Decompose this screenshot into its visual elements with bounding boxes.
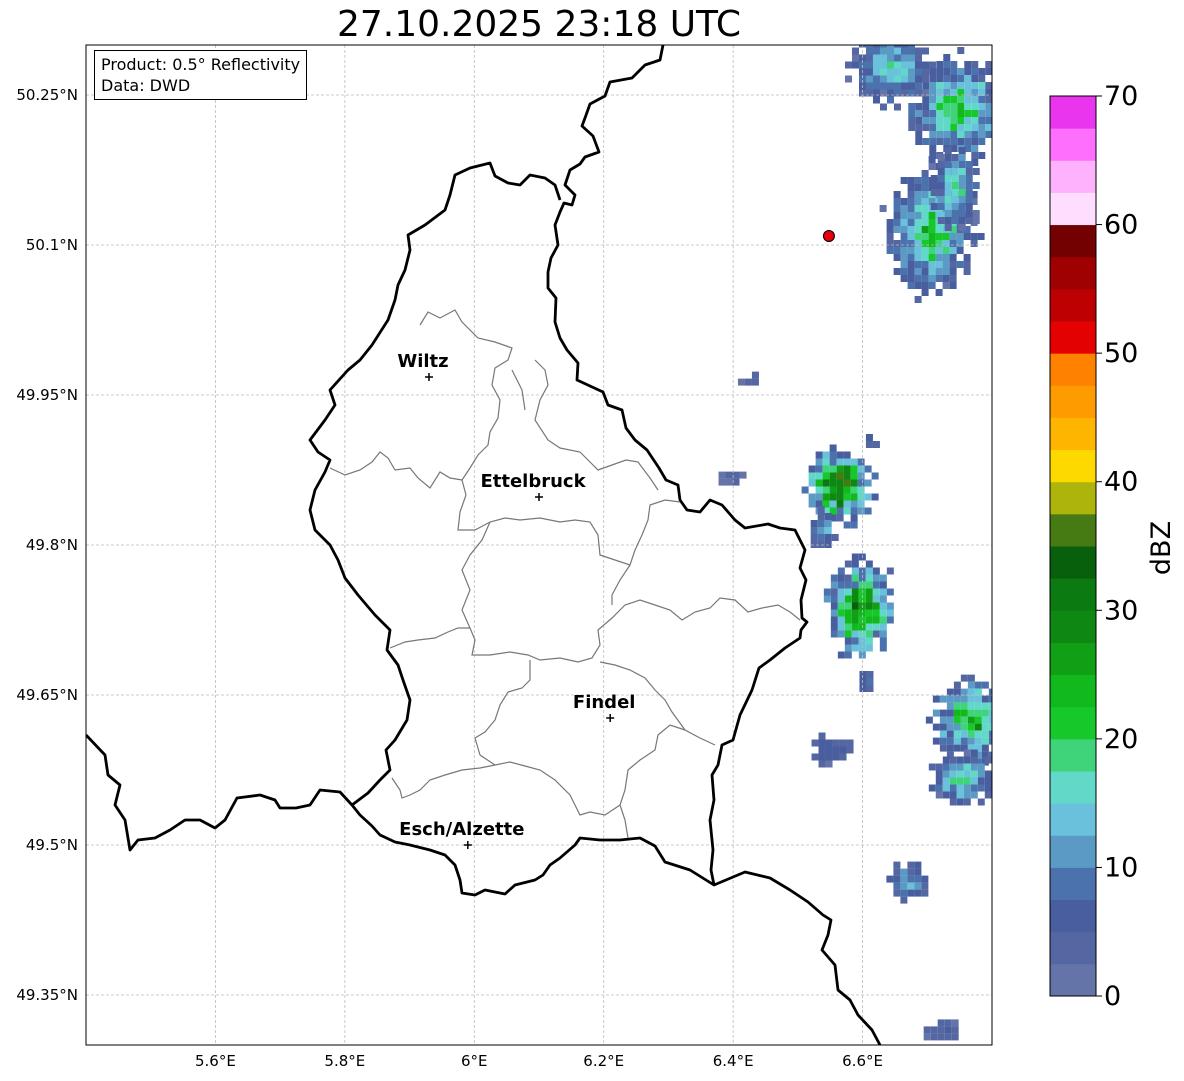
colorbar-bin [1050, 931, 1096, 965]
data-source-label: Data: DWD [101, 76, 191, 95]
colorbar-bin [1050, 385, 1096, 418]
colorbar-tick-label: 50 [1104, 338, 1138, 369]
colorbar-bin [1050, 96, 1096, 129]
colorbar-label: dBZ [1146, 521, 1177, 575]
colorbar-tick-label: 20 [1104, 724, 1138, 755]
colorbar-tick-label: 60 [1104, 210, 1138, 241]
colorbar-tick-label: 10 [1104, 852, 1138, 883]
product-label: Product: 0.5° Reflectivity [101, 55, 301, 74]
colorbar-bin [1050, 160, 1096, 193]
colorbar-bin [1050, 642, 1096, 676]
colorbar-bin [1050, 867, 1096, 901]
colorbar-bin [1050, 481, 1096, 515]
colorbar-bin [1050, 128, 1096, 161]
colorbar-bin [1050, 771, 1096, 804]
colorbar-bin [1050, 706, 1096, 740]
colorbar-bin [1050, 224, 1096, 258]
colorbar-bin [1050, 288, 1096, 322]
colorbar-bin [1050, 899, 1096, 933]
colorbar-bin [1050, 610, 1096, 643]
colorbar-bin [1050, 803, 1096, 836]
colorbar-tick-label: 40 [1104, 467, 1138, 498]
colorbar-bin [1050, 353, 1096, 386]
colorbar-bin [1050, 546, 1096, 579]
colorbar-bin [1050, 192, 1096, 226]
colorbar-bin [1050, 417, 1096, 451]
colorbar-tick-label: 70 [1104, 81, 1138, 112]
colorbar-bin [1050, 449, 1096, 483]
colorbar-ticks: 0 10 20 30 40 50 60 70 [1096, 81, 1138, 1012]
colorbar-tick-label: 30 [1104, 595, 1138, 626]
colorbar-tick-label: 0 [1104, 981, 1121, 1012]
colorbar-bin [1050, 321, 1096, 354]
colorbar-bin [1050, 963, 1096, 997]
info-box: Product: 0.5° Reflectivity Data: DWD [94, 50, 308, 100]
colorbar-bin [1050, 835, 1096, 868]
colorbar: 0 10 20 30 40 50 60 70 dBZ [1049, 81, 1177, 1012]
colorbar-bin [1050, 674, 1096, 708]
colorbar-bin [1050, 738, 1096, 772]
colorbar-bins [1050, 96, 1096, 997]
colorbar-bin [1050, 578, 1096, 611]
colorbar-bin [1050, 513, 1096, 547]
colorbar-bin [1050, 256, 1096, 290]
